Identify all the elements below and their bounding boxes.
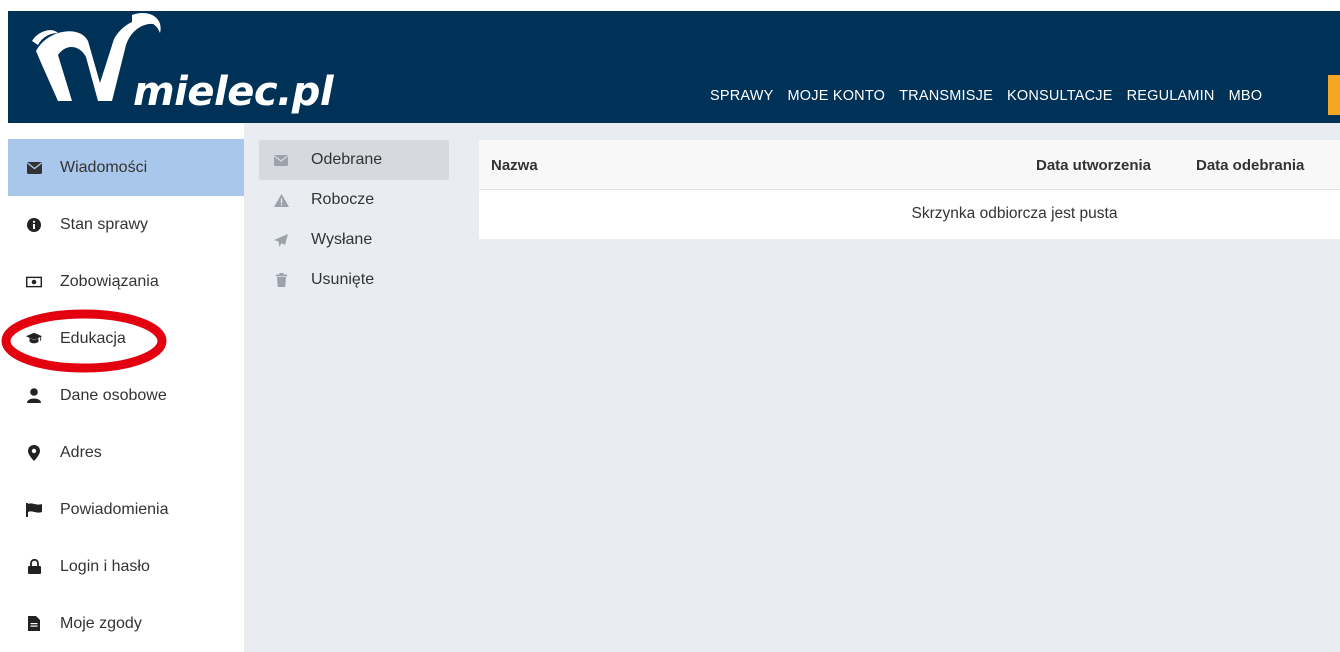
- nav-moje-konto[interactable]: MOJE KONTO: [788, 88, 886, 104]
- folder-label: Odebrane: [311, 151, 383, 168]
- sidebar-item-adres[interactable]: Adres: [8, 424, 244, 481]
- column-header-data-odebrania[interactable]: Data odebrania: [1196, 157, 1304, 174]
- column-header-data-utworzenia[interactable]: Data utworzenia: [1036, 157, 1151, 174]
- sidebar-item-label: Moje zgody: [60, 614, 142, 632]
- sidebar-item-login-i-haslo[interactable]: Login i hasło: [8, 538, 244, 595]
- warning-icon: [273, 193, 289, 207]
- folder-label: Wysłane: [311, 231, 373, 248]
- file-icon: [26, 616, 42, 632]
- sidebar-item-label: Edukacja: [60, 329, 126, 347]
- sidebar-item-label: Zobowiązania: [60, 272, 159, 290]
- sidebar-item-stan-sprawy[interactable]: Stan sprawy: [8, 196, 244, 253]
- top-navigation: SPRAWY MOJE KONTO TRANSMISJE KONSULTACJE…: [710, 88, 1276, 104]
- sidebar-item-powiadomienia[interactable]: Powiadomienia: [8, 481, 244, 538]
- sidebar-item-label: Adres: [60, 443, 102, 461]
- empty-inbox-message: Skrzynka odbiorcza jest pusta: [911, 205, 1118, 222]
- paper-plane-icon: [273, 233, 289, 247]
- sidebar-item-dane-osobowe[interactable]: Dane osobowe: [8, 367, 244, 424]
- lock-icon: [26, 559, 42, 575]
- money-bill-icon: [26, 274, 42, 290]
- graduation-cap-icon: [26, 331, 42, 347]
- user-icon: [26, 388, 42, 404]
- flag-icon: [26, 502, 42, 518]
- site-logo[interactable]: mielec.pl: [28, 11, 334, 123]
- header-accent-button[interactable]: [1328, 75, 1340, 115]
- table-body: Skrzynka odbiorcza jest pusta: [479, 190, 1340, 239]
- folder-label: Usunięte: [311, 271, 375, 288]
- envelope-icon: [26, 160, 42, 176]
- nav-transmisje[interactable]: TRANSMISJE: [899, 88, 993, 104]
- folder-usuniete[interactable]: Usunięte: [259, 260, 449, 300]
- sidebar-item-zobowiazania[interactable]: Zobowiązania: [8, 253, 244, 310]
- sidebar-item-label: Stan sprawy: [60, 215, 149, 233]
- envelope-icon: [273, 154, 289, 166]
- nav-konsultacje[interactable]: KONSULTACJE: [1007, 88, 1113, 104]
- info-circle-icon: [26, 217, 42, 233]
- nav-regulamin[interactable]: REGULAMIN: [1127, 88, 1215, 104]
- sidebar-item-label: Dane osobowe: [60, 386, 167, 404]
- trash-icon: [273, 273, 289, 287]
- folder-odebrane[interactable]: Odebrane: [259, 140, 449, 180]
- sidebar-item-label: Wiadomości: [60, 158, 148, 176]
- nav-sprawy[interactable]: SPRAWY: [710, 88, 774, 104]
- folder-label: Robocze: [311, 191, 375, 208]
- sidebar-item-wiadomosci[interactable]: Wiadomości: [8, 139, 244, 196]
- account-sidebar: Wiadomości Stan sprawy Zobowiązania Eduk…: [8, 139, 244, 652]
- sidebar-item-edukacja[interactable]: Edukacja: [8, 310, 244, 367]
- nav-mbo[interactable]: MBO: [1229, 88, 1263, 104]
- sidebar-item-label: Login i hasło: [60, 557, 150, 575]
- sidebar-item-moje-zgody[interactable]: Moje zgody: [8, 595, 244, 652]
- logo-text: mielec.pl: [133, 69, 334, 115]
- folder-robocze[interactable]: Robocze: [259, 180, 449, 220]
- sidebar-item-label: Powiadomienia: [60, 500, 169, 518]
- map-marker-icon: [26, 444, 42, 461]
- top-header: mielec.pl SPRAWY MOJE KONTO TRANSMISJE K…: [8, 11, 1340, 123]
- table-header: Nazwa Data utworzenia Data odebrania: [479, 140, 1340, 190]
- folder-wyslane[interactable]: Wysłane: [259, 220, 449, 260]
- messages-table: Nazwa Data utworzenia Data odebrania Skr…: [479, 140, 1340, 239]
- column-header-nazwa[interactable]: Nazwa: [491, 157, 538, 174]
